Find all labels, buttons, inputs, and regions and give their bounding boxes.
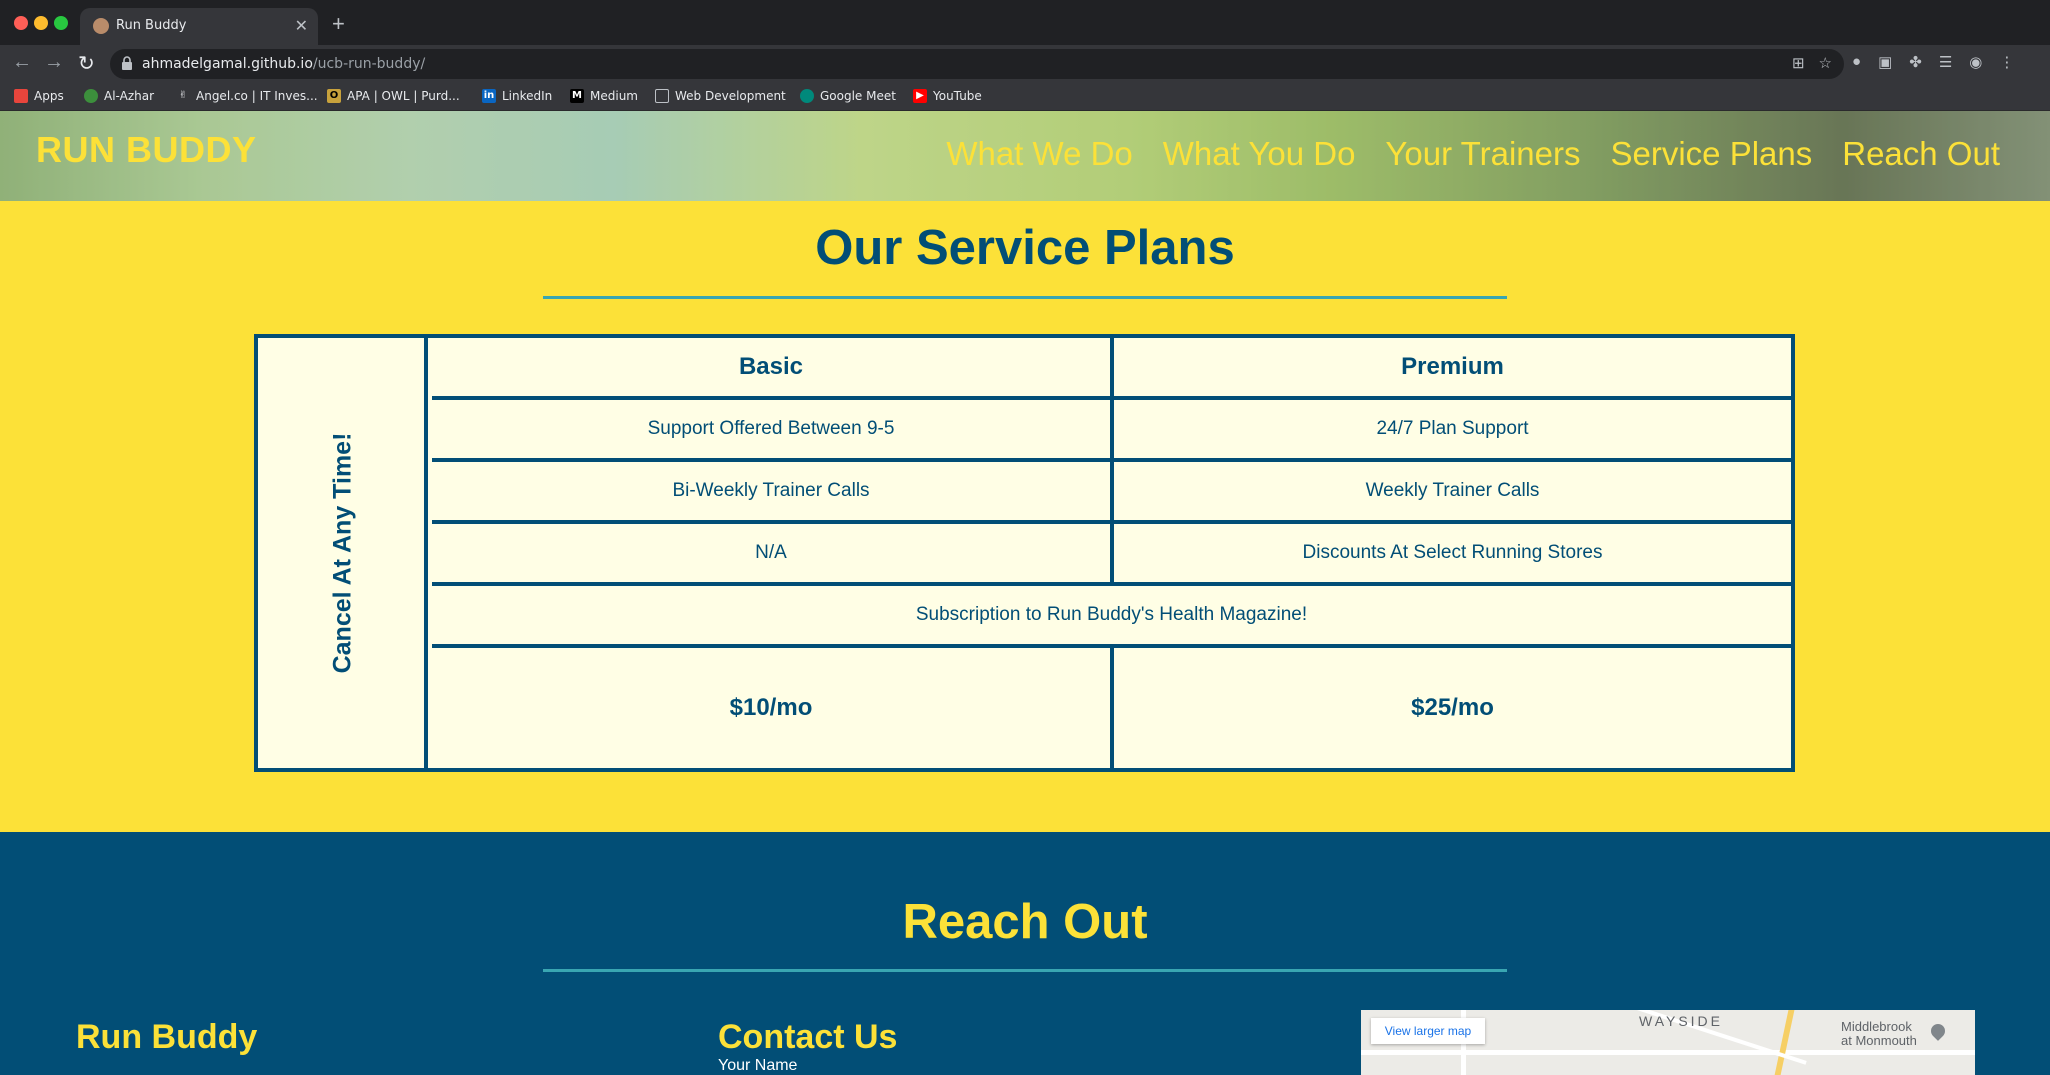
profile-avatar-icon[interactable]: ◉	[1969, 53, 1982, 71]
your-name-label: Your Name	[718, 1057, 798, 1074]
view-larger-map-button[interactable]: View larger map	[1371, 1018, 1485, 1044]
cancel-column: Cancel At Any Time!	[258, 338, 428, 768]
basic-support-cell: Support Offered Between 9-5	[432, 400, 1114, 462]
url-path: /ucb-run-buddy/	[312, 56, 426, 72]
tab-title: Run Buddy	[116, 18, 187, 33]
bookmark-label: Al-Azhar	[104, 89, 155, 103]
map-area-label: WAYSIDE	[1639, 1013, 1724, 1029]
premium-price-cell: $25/mo	[1411, 694, 1494, 721]
bookmark-label: Web Development	[675, 89, 786, 103]
new-tab-icon[interactable]: +	[332, 11, 345, 37]
premium-calls-cell: Weekly Trainer Calls	[1114, 462, 1791, 524]
extensions-puzzle-icon[interactable]: ✤	[1909, 53, 1922, 71]
nav-link-your-trainers[interactable]: Your Trainers	[1385, 135, 1580, 173]
apps-grid-icon	[14, 89, 28, 103]
bookmark-youtube[interactable]: ▶ YouTube	[913, 89, 982, 103]
bookmark-al-azhar[interactable]: Al-Azhar	[84, 89, 154, 103]
bookmark-apps[interactable]: Apps	[14, 89, 64, 103]
bookmark-label: APA | OWL | Purd...	[347, 89, 460, 103]
basic-discounts-cell: N/A	[432, 524, 1114, 586]
page-viewport: RUN BUDDY What We Do What You Do Your Tr…	[0, 111, 2050, 1075]
shared-feature-cell: Subscription to Run Buddy's Health Magaz…	[432, 586, 1791, 648]
forward-arrow-icon[interactable]: →	[44, 51, 64, 74]
translate-icon[interactable]: ⊞	[1792, 54, 1805, 72]
nav-link-what-we-do[interactable]: What We Do	[946, 135, 1132, 173]
browser-menu-icon[interactable]: ⋮	[1999, 53, 2014, 71]
plan-header-basic: Basic	[432, 338, 1114, 400]
site-logo[interactable]: RUN BUDDY	[36, 129, 257, 171]
bookmark-angel[interactable]: ✌ Angel.co | IT Inves...	[176, 89, 318, 103]
lock-icon	[122, 56, 132, 70]
back-arrow-icon[interactable]: ←	[12, 51, 32, 74]
map-pin-icon	[1928, 1021, 1948, 1041]
premium-support-cell: 24/7 Plan Support	[1114, 400, 1791, 462]
map-place-label-line2: at Monmouth	[1841, 1033, 1917, 1048]
cancel-label: Cancel At Any Time!	[328, 432, 357, 674]
premium-discounts-cell: Discounts At Select Running Stores	[1114, 524, 1791, 586]
basic-price-cell: $10/mo	[432, 648, 1114, 768]
bookmark-label: Google Meet	[820, 89, 896, 103]
minimize-window-button[interactable]	[34, 16, 48, 30]
address-bar[interactable]: ahmadelgamal.github.io/ucb-run-buddy/ ⊞ …	[110, 49, 1844, 79]
google-meet-icon	[800, 89, 814, 103]
section-divider	[543, 969, 1507, 972]
bookmark-web-development[interactable]: Web Development	[655, 89, 786, 103]
bookmarks-bar: Apps Al-Azhar ✌ Angel.co | IT Inves... OA…	[0, 83, 2050, 111]
bookmark-label: Apps	[34, 89, 64, 103]
map-road	[1361, 1050, 1975, 1055]
browser-toolbar: ← → ↻ ahmadelgamal.github.io/ucb-run-bud…	[0, 45, 2050, 83]
maximize-window-button[interactable]	[54, 16, 68, 30]
bookmark-label: LinkedIn	[502, 89, 553, 103]
basic-calls-cell: Bi-Weekly Trainer Calls	[432, 462, 1114, 524]
extension-cb-icon[interactable]: ▣	[1878, 53, 1892, 71]
nav-link-service-plans[interactable]: Service Plans	[1610, 135, 1812, 173]
extension-record-icon[interactable]: ●	[1852, 53, 1861, 71]
embedded-map[interactable]: View larger map WAYSIDE Middlebrook at M…	[1361, 1010, 1975, 1075]
bookmark-label: Medium	[590, 89, 638, 103]
site-header: RUN BUDDY What We Do What You Do Your Tr…	[0, 111, 2050, 201]
section-title: Our Service Plans	[815, 221, 1235, 275]
bookmark-linkedin[interactable]: in LinkedIn	[482, 89, 552, 103]
tab-favicon-icon	[93, 18, 109, 34]
section-title: Reach Out	[902, 895, 1148, 949]
bookmark-star-icon[interactable]: ☆	[1819, 54, 1832, 72]
bookmark-label: YouTube	[933, 89, 982, 103]
section-divider	[543, 296, 1507, 299]
owl-icon: O	[327, 89, 341, 103]
reach-out-section: Reach Out Run Buddy Contact Us Your Name…	[0, 832, 2050, 1075]
map-highway	[1773, 1010, 1795, 1075]
service-plans-section: Our Service Plans Cancel At Any Time! Ba…	[0, 201, 2050, 832]
close-window-button[interactable]	[14, 16, 28, 30]
nav-link-what-you-do[interactable]: What You Do	[1163, 135, 1356, 173]
angel-icon: ✌	[178, 90, 188, 101]
tab-strip: Run Buddy ✕ +	[0, 0, 2050, 45]
map-place-label-line1: Middlebrook	[1841, 1019, 1912, 1034]
browser-chrome: Run Buddy ✕ + ← → ↻ ahmadelgamal.github.…	[0, 0, 2050, 111]
bookmark-apa-owl[interactable]: O APA | OWL | Purd...	[327, 89, 460, 103]
reload-icon[interactable]: ↻	[78, 51, 95, 76]
tab-close-icon[interactable]: ✕	[295, 16, 308, 36]
plan-header-premium: Premium	[1114, 338, 1791, 400]
al-azhar-icon	[84, 89, 98, 103]
linkedin-icon: in	[482, 89, 496, 103]
folder-icon	[655, 89, 669, 103]
bookmark-medium[interactable]: M Medium	[570, 89, 638, 103]
reading-list-icon[interactable]: ☰	[1939, 53, 1952, 71]
url-host: ahmadelgamal.github.io	[142, 56, 313, 72]
browser-tab[interactable]: Run Buddy ✕	[80, 8, 318, 45]
plans-table: Cancel At Any Time! Basic Premium Suppor…	[254, 334, 1795, 772]
site-nav: What We Do What You Do Your Trainers Ser…	[946, 135, 2000, 173]
medium-icon: M	[570, 89, 584, 103]
bookmark-label: Angel.co | IT Inves...	[196, 89, 318, 103]
bookmark-google-meet[interactable]: Google Meet	[800, 89, 896, 103]
run-buddy-heading: Run Buddy	[76, 1018, 258, 1056]
contact-us-heading: Contact Us	[718, 1018, 898, 1056]
nav-link-reach-out[interactable]: Reach Out	[1842, 135, 2000, 173]
url-text: ahmadelgamal.github.io/ucb-run-buddy/	[142, 56, 425, 72]
youtube-icon: ▶	[913, 89, 927, 103]
